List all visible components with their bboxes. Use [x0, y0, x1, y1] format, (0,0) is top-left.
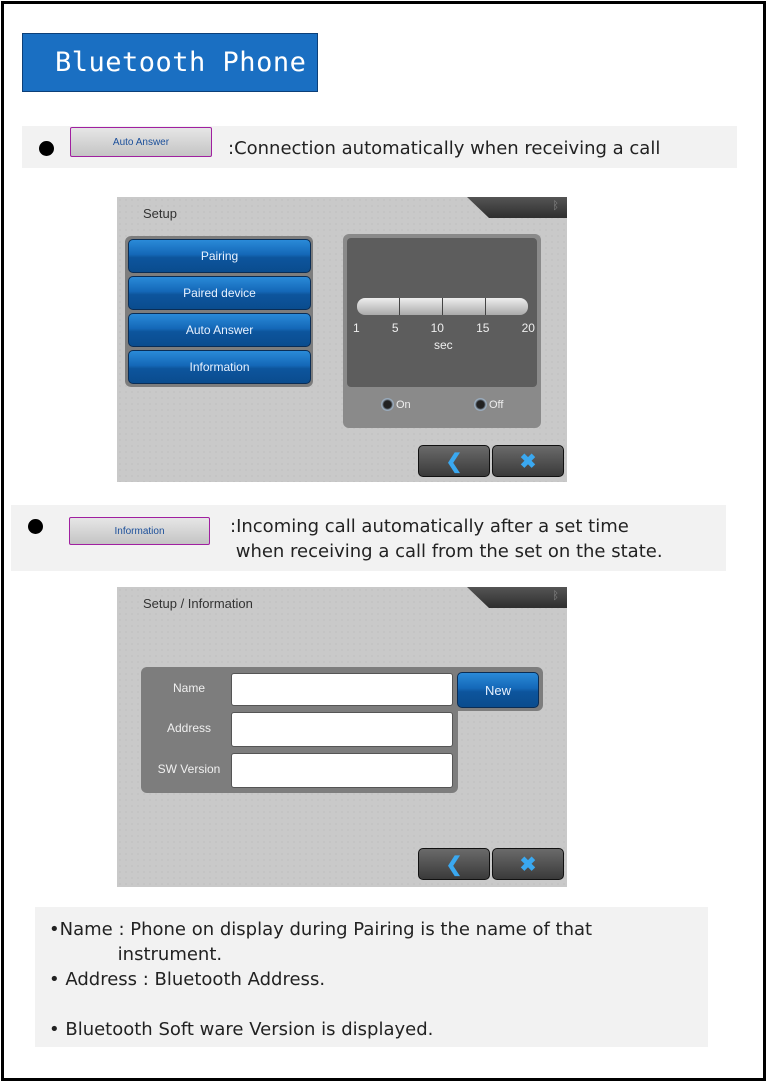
notes-box: •Name : Phone on display during Pairing …: [35, 907, 708, 1047]
information-description: :Incoming call automatically after a set…: [230, 516, 663, 562]
auto-answer-button-sample: Auto Answer: [70, 127, 212, 157]
setup-screen: Setup ᛒ Pairing Paired device Auto Answe…: [117, 197, 567, 482]
close-button[interactable]: ✖: [492, 445, 564, 477]
menu-pairing[interactable]: Pairing: [128, 239, 311, 273]
radio-on[interactable]: On: [381, 398, 411, 411]
slider-ticks: 1 5 10 15 20: [353, 321, 535, 335]
tick-label: 1: [353, 321, 360, 335]
information-button-sample: Information: [69, 517, 210, 545]
chevron-left-icon: ❮: [445, 853, 463, 876]
tick-label: 15: [476, 321, 490, 335]
bullet-icon: [28, 519, 43, 534]
bluetooth-icon: ᛒ: [552, 590, 559, 602]
name-field[interactable]: [231, 673, 453, 706]
screen-title: Setup: [143, 206, 177, 221]
sw-version-field[interactable]: [231, 753, 453, 788]
radio-off-label: Off: [489, 398, 504, 411]
x-icon: ✖: [519, 853, 537, 876]
bullet-icon: [39, 141, 54, 156]
screen-title: Setup / Information: [143, 596, 253, 611]
new-button[interactable]: New: [457, 672, 539, 708]
tick-label: 20: [521, 321, 535, 335]
sw-version-label: SW Version: [157, 762, 221, 776]
menu-information[interactable]: Information: [128, 350, 311, 384]
address-field[interactable]: [231, 712, 453, 747]
radio-icon: [474, 398, 487, 411]
menu-auto-answer[interactable]: Auto Answer: [128, 313, 311, 347]
close-button[interactable]: ✖: [492, 848, 564, 880]
chevron-left-icon: ❮: [445, 450, 463, 473]
back-button[interactable]: ❮: [418, 445, 490, 477]
page-title: Bluetooth Phone: [22, 33, 318, 92]
address-label: Address: [166, 721, 212, 735]
x-icon: ✖: [519, 450, 537, 473]
tick-label: 5: [391, 321, 399, 335]
slider-unit: sec: [434, 338, 453, 352]
tick-label: 10: [430, 321, 444, 335]
radio-off[interactable]: Off: [474, 398, 503, 411]
radio-icon: [381, 398, 394, 411]
bluetooth-icon: ᛒ: [552, 200, 559, 212]
back-button[interactable]: ❮: [418, 848, 490, 880]
menu-paired-device[interactable]: Paired device: [128, 276, 311, 310]
information-screen: Setup / Information ᛒ Name Address SW Ve…: [117, 587, 567, 887]
name-label: Name: [172, 681, 205, 695]
auto-answer-description: :Connection automatically when receiving…: [228, 138, 661, 159]
time-slider[interactable]: [357, 298, 528, 315]
radio-on-label: On: [396, 398, 411, 411]
